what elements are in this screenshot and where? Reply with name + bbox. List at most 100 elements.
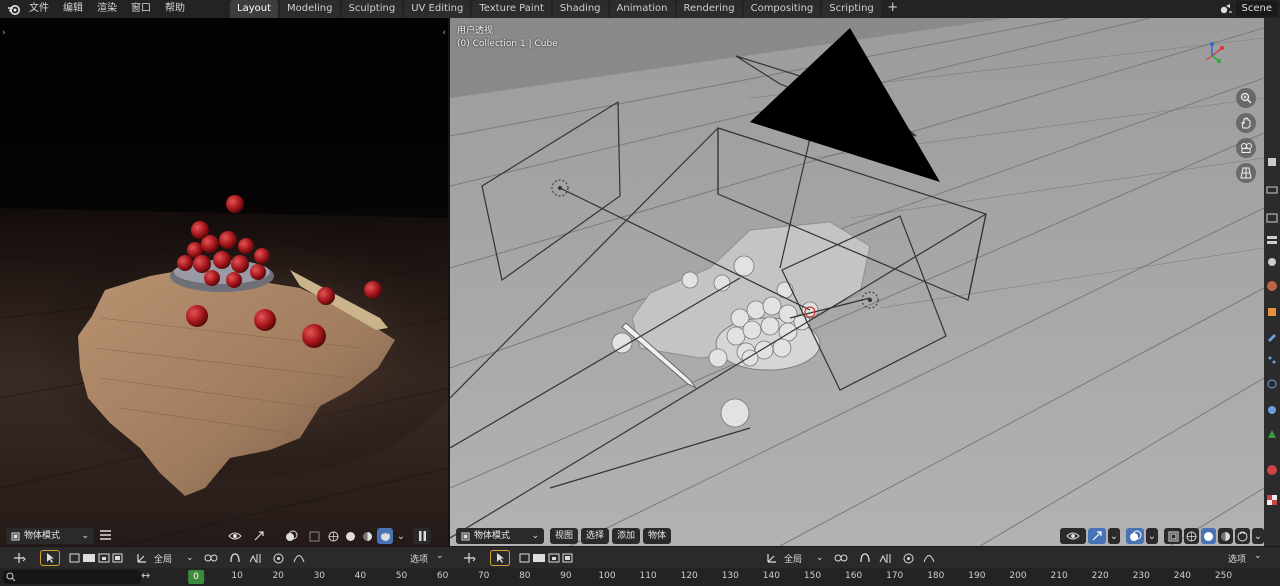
right-options-label[interactable]: 选项	[1228, 552, 1246, 565]
right-visibility-icon[interactable]	[1060, 528, 1086, 544]
left-transform-pivot-icon[interactable]	[8, 550, 32, 566]
material-properties-icon[interactable]	[1266, 464, 1278, 476]
tab-rendering[interactable]: Rendering	[676, 0, 742, 18]
right-gizmo-icon[interactable]	[1088, 528, 1106, 544]
scene-icon[interactable]	[1216, 0, 1236, 18]
output-properties-icon[interactable]	[1266, 212, 1278, 224]
left-pause-render-button[interactable]	[413, 528, 431, 544]
left-shading-dropdown-icon[interactable]: ⌄	[395, 528, 407, 544]
right-falloff-icon[interactable]	[920, 550, 938, 566]
object-properties-icon[interactable]	[1266, 306, 1278, 318]
right-snap-icon[interactable]	[856, 550, 874, 566]
left-pivot-point-icon[interactable]	[200, 550, 222, 566]
right-transform-orientation-icon[interactable]	[762, 550, 782, 566]
render-viewport[interactable]: ‹ › 物体模式 ⌄ ⌄	[0, 18, 448, 546]
menu-view[interactable]: 视图	[550, 528, 579, 544]
tab-animation[interactable]: Animation	[609, 0, 675, 18]
left-gizmo-icon[interactable]	[248, 528, 270, 544]
right-pivot-point-icon[interactable]	[830, 550, 852, 566]
view-layer-properties-icon[interactable]	[1266, 234, 1278, 246]
left-object-mode-dropdown[interactable]: 物体模式 ⌄	[6, 528, 94, 544]
left-rendered-shading-icon[interactable]	[377, 528, 393, 544]
tool-properties-icon[interactable]	[1266, 156, 1278, 168]
menu-help[interactable]: 帮助	[158, 0, 192, 18]
current-frame-indicator[interactable]: 0	[188, 570, 204, 584]
constraints-properties-icon[interactable]	[1266, 404, 1278, 416]
right-rendered-shading-icon[interactable]	[1235, 528, 1250, 544]
right-overlay-icon[interactable]	[1126, 528, 1144, 544]
timeline[interactable]: ↔ 0 10 20 30 40 50 60 70 80 90 100 110 120 130 140 150 1…	[0, 568, 1280, 586]
horizontal-resize-icon[interactable]: ↔	[141, 569, 150, 582]
right-xray-icon[interactable]	[1164, 528, 1182, 544]
left-select-tool-icon[interactable]	[40, 550, 60, 566]
zoom-icon[interactable]	[1236, 88, 1256, 108]
right-overlay-dropdown-icon[interactable]: ⌄	[1146, 528, 1158, 544]
world-properties-icon[interactable]	[1266, 280, 1278, 292]
right-solid-shading-icon[interactable]	[1201, 528, 1216, 544]
add-workspace-button[interactable]: +	[885, 0, 901, 16]
object-mode-icon	[11, 532, 20, 540]
right-material-shading-icon[interactable]	[1218, 528, 1233, 544]
particles-properties-icon[interactable]	[1266, 354, 1278, 366]
right-snap-target-icon[interactable]	[876, 550, 894, 566]
menu-object[interactable]: 物体	[643, 528, 672, 544]
menu-window[interactable]: 窗口	[124, 0, 158, 18]
right-select-tool-icon[interactable]	[490, 550, 510, 566]
tab-texture-paint[interactable]: Texture Paint	[472, 0, 551, 18]
left-viewport-expand-icon[interactable]: ‹	[442, 28, 446, 38]
menu-render[interactable]: 渲染	[90, 0, 124, 18]
hamburger-menu-icon[interactable]	[100, 529, 112, 543]
right-object-mode-icon	[461, 532, 470, 540]
right-object-mode-dropdown[interactable]: 物体模式 ⌄	[456, 528, 544, 544]
scene-name[interactable]: Scene	[1235, 1, 1278, 17]
left-transform-orientation-icon[interactable]	[132, 550, 152, 566]
right-transform-group: 全局 ⌄	[760, 550, 938, 566]
physics-properties-icon[interactable]	[1266, 378, 1278, 390]
tab-sculpting[interactable]: Sculpting	[341, 0, 403, 18]
left-overlay-icon[interactable]	[280, 528, 302, 544]
3d-viewport[interactable]: 用户透视 (0) Collection 1 | Cube 物体模式 ⌄ 视图 选…	[450, 18, 1264, 546]
data-properties-icon[interactable]	[1266, 428, 1278, 440]
left-snap-target-icon[interactable]	[246, 550, 264, 566]
tab-shading[interactable]: Shading	[552, 0, 608, 18]
left-material-shading-icon[interactable]	[360, 528, 375, 544]
menu-file[interactable]: 文件	[22, 0, 56, 18]
right-global-label[interactable]: 全局	[784, 552, 802, 565]
tab-layout[interactable]: Layout	[230, 0, 278, 18]
menu-edit[interactable]: 编辑	[56, 0, 90, 18]
left-global-label[interactable]: 全局	[154, 552, 172, 565]
right-viewport-shading-bar: ⌄ ⌄ ⌄	[1058, 526, 1264, 546]
right-transform-pivot-icon[interactable]	[458, 550, 482, 566]
perspective-grid-icon[interactable]	[1236, 163, 1256, 183]
left-snap-icon[interactable]	[226, 550, 244, 566]
menu-add[interactable]: 添加	[612, 528, 641, 544]
scene-selector: Scene	[1216, 0, 1280, 18]
right-wireframe-shading-icon[interactable]	[1184, 528, 1199, 544]
menu-select[interactable]: 选择	[581, 528, 610, 544]
render-properties-icon[interactable]	[1266, 184, 1278, 196]
right-gizmo-dropdown-icon[interactable]: ⌄	[1108, 528, 1120, 544]
left-wireframe-shading-icon[interactable]	[326, 528, 341, 544]
right-select-box-icon[interactable]	[518, 550, 574, 566]
modifier-properties-icon[interactable]	[1266, 330, 1278, 342]
tab-modeling[interactable]: Modeling	[280, 0, 340, 18]
texture-properties-icon[interactable]	[1266, 494, 1278, 506]
left-select-box-icon[interactable]	[68, 550, 124, 566]
left-falloff-icon[interactable]	[290, 550, 308, 566]
tab-compositing[interactable]: Compositing	[743, 0, 821, 18]
tab-scripting[interactable]: Scripting	[822, 0, 881, 18]
camera-view-icon[interactable]	[1236, 138, 1256, 158]
left-viewport-collapse-icon[interactable]: ›	[2, 28, 6, 38]
tab-uv-editing[interactable]: UV Editing	[404, 0, 471, 18]
timeline-search-field[interactable]	[2, 570, 142, 584]
left-visibility-icon[interactable]	[224, 528, 246, 544]
right-proportional-edit-icon[interactable]	[900, 550, 918, 566]
pan-hand-icon[interactable]	[1236, 113, 1256, 133]
right-shading-dropdown-icon[interactable]: ⌄	[1252, 528, 1264, 544]
scene-properties-icon[interactable]	[1266, 256, 1278, 268]
left-options-label[interactable]: 选项	[410, 552, 428, 565]
left-proportional-edit-icon[interactable]	[270, 550, 288, 566]
left-xray-icon[interactable]	[304, 528, 324, 544]
blender-logo-icon[interactable]	[4, 0, 22, 18]
left-solid-shading-icon[interactable]	[343, 528, 358, 544]
